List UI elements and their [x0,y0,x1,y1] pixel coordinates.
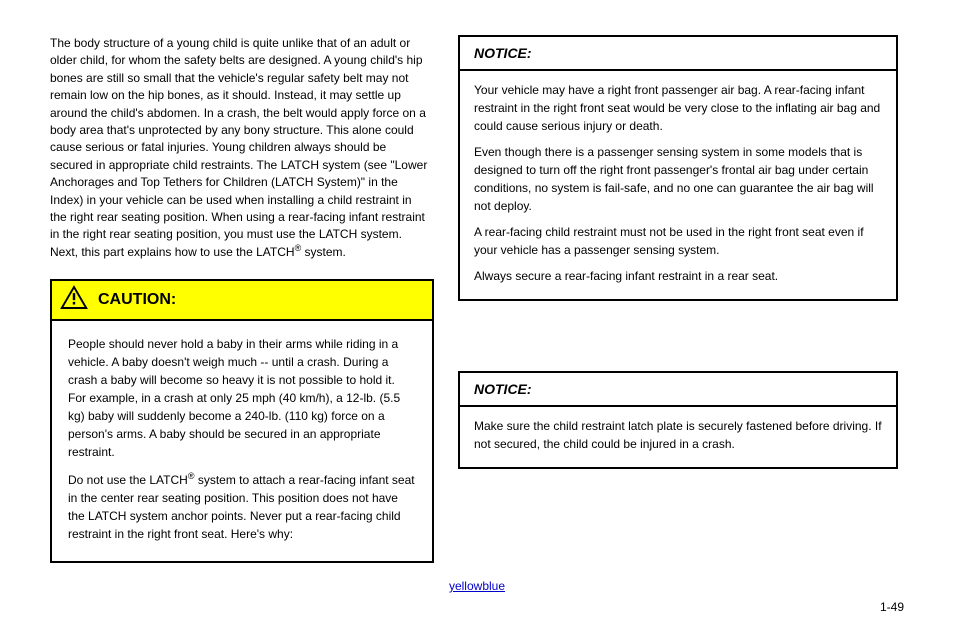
notice-box-2-body: Make sure the child restraint latch plat… [460,407,896,467]
caution-paragraph-1: People should never hold a baby in their… [68,335,416,461]
notice1-line1: Your vehicle may have a right front pass… [474,81,882,135]
notice-box-1-body: Your vehicle may have a right front pass… [460,71,896,299]
notice1-line3: A rear-facing child restraint must not b… [474,223,882,259]
notice2-line1: Make sure the child restraint latch plat… [474,417,882,453]
notice-box-2-header: NOTICE: [460,373,896,407]
notice1-line4: Always secure a rear-facing infant restr… [474,267,882,285]
notice-box-1-header: NOTICE: [460,37,896,71]
notice1-line2: Even though there is a passenger sensing… [474,143,882,215]
page-number: 1-49 [880,600,904,614]
notice-box-1: NOTICE: Your vehicle may have a right fr… [458,35,898,301]
footer-link-container: yellowblue [50,577,904,595]
footer-link[interactable]: yellowblue [449,579,505,593]
caution-label: CAUTION: [98,291,176,309]
warning-triangle-icon [60,285,88,315]
notice-box-2: NOTICE: Make sure the child restraint la… [458,371,898,469]
intro-paragraph: The body structure of a young child is q… [50,35,430,261]
intro-line1-pre: The body structure of a young child is q… [50,36,427,259]
caution-header: CAUTION: [52,281,432,321]
caution-box: CAUTION: People should never hold a baby… [50,279,434,563]
intro-line1-post: system. [301,245,346,259]
caution-body: People should never hold a baby in their… [52,321,432,561]
caution-paragraph-2: Do not use the LATCH® system to attach a… [68,471,416,543]
